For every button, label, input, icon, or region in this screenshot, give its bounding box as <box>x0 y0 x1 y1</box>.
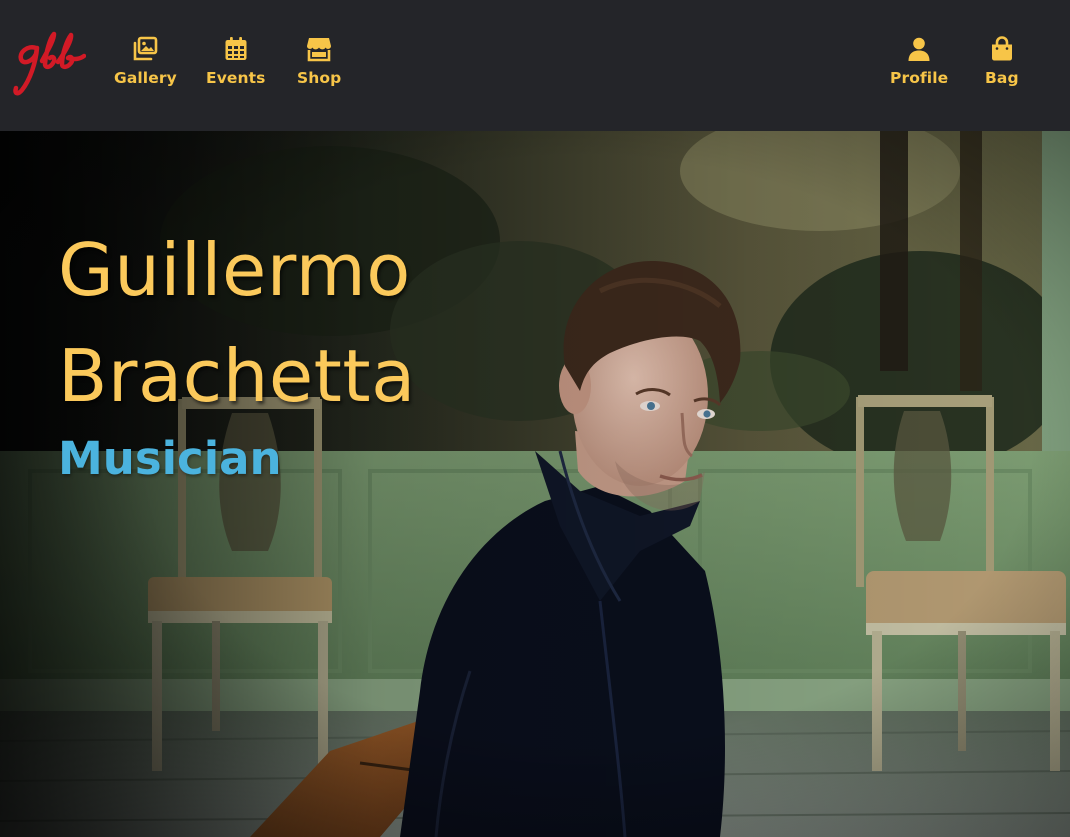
nav-gallery-label: Gallery <box>114 69 177 87</box>
user-icon <box>906 36 932 62</box>
nav-profile-label: Profile <box>890 69 949 87</box>
nav-events-label: Events <box>206 69 266 87</box>
nav-gallery[interactable]: Gallery <box>114 36 177 87</box>
hero-name: Guillermo Brachetta <box>58 217 416 429</box>
calendar-icon <box>223 36 249 62</box>
hero-name-line2: Brachetta <box>58 334 416 418</box>
nav-shop[interactable]: Shop <box>297 36 341 87</box>
signature-logo-icon <box>13 31 87 96</box>
nav-shop-label: Shop <box>297 69 342 87</box>
nav-bag[interactable]: Bag <box>985 36 1019 87</box>
nav-bag-label: Bag <box>985 69 1019 87</box>
nav-profile[interactable]: Profile <box>890 36 948 87</box>
top-navbar: Gallery Events Shop Profile Bag <box>0 0 1070 131</box>
hero-text-block: Guillermo Brachetta Musician <box>58 217 416 487</box>
store-icon <box>306 36 332 62</box>
nav-events[interactable]: Events <box>206 36 265 87</box>
shopping-bag-icon <box>989 36 1015 62</box>
hero-name-line1: Guillermo <box>58 228 411 312</box>
gallery-icon <box>132 36 158 62</box>
brand-logo[interactable] <box>10 28 87 100</box>
hero-section: Guillermo Brachetta Musician <box>0 131 1070 837</box>
hero-role: Musician <box>58 432 282 485</box>
